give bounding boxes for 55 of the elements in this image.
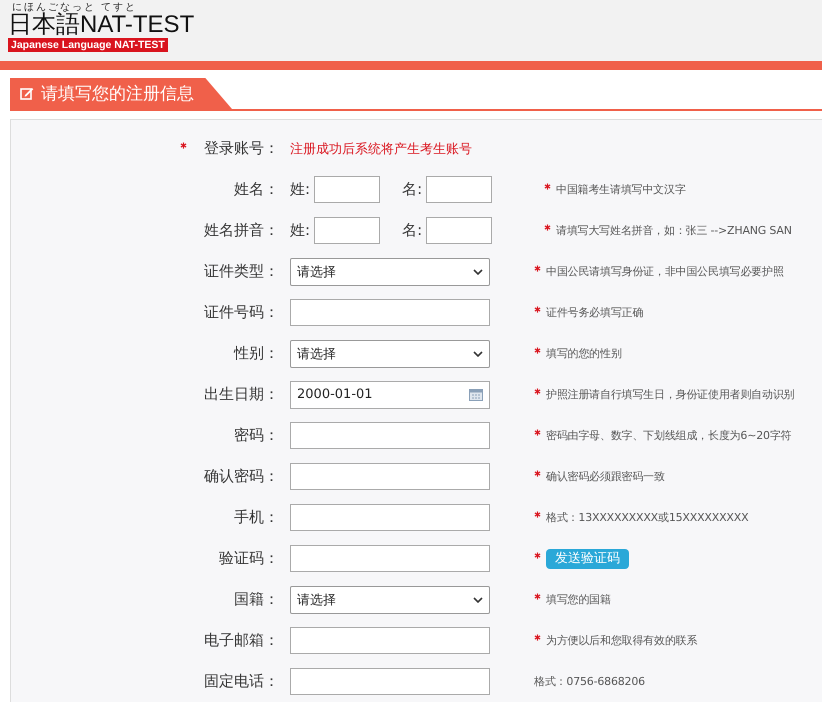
input-field[interactable] — [290, 422, 490, 449]
field-label: 手机： — [234, 508, 279, 527]
hint-text: 密码由字母、数字、下划线组成，长度为6~20字符 — [546, 428, 792, 443]
field-label: 确认密码： — [204, 467, 279, 486]
caret-icon — [473, 596, 483, 602]
date-field[interactable]: 2000-01-01 — [290, 380, 490, 408]
input-field[interactable] — [290, 463, 490, 490]
calendar-icon — [469, 388, 483, 400]
input-field[interactable] — [290, 545, 490, 572]
field-label: 名: — [402, 180, 422, 199]
hint-text: 为方便以后和您取得有效的联系 — [546, 633, 698, 648]
select-field[interactable]: 请选择 — [290, 586, 490, 614]
field-label: 姓: — [290, 180, 310, 199]
field-label: 电子邮箱： — [204, 631, 279, 650]
select-field[interactable]: 请选择 — [290, 340, 490, 368]
field-label: 密码： — [234, 426, 279, 445]
hint-text: 证件号务必填写正确 — [546, 305, 644, 320]
field-label: 验证码： — [219, 549, 279, 568]
input-field[interactable] — [290, 504, 490, 531]
field-label: 固定电话： — [204, 672, 279, 691]
select-field[interactable]: 请选择 — [290, 258, 490, 286]
field-label: 姓: — [290, 221, 310, 240]
hint-text: 填写您的国籍 — [546, 592, 611, 607]
field-label: 登录账号： — [204, 139, 279, 158]
hint-text: 确认密码必须跟密码一致 — [546, 469, 665, 484]
field-label: 姓名： — [234, 180, 279, 199]
edit-icon — [20, 86, 34, 100]
section-title: 请填写您的注册信息 — [41, 83, 194, 105]
input-field[interactable] — [426, 176, 492, 203]
input-field[interactable] — [290, 627, 490, 654]
logo-subtitle: Japanese Language NAT-TEST — [8, 38, 168, 52]
caret-icon — [473, 268, 483, 274]
logo-ruby: にほんごなっと てすと — [11, 3, 138, 13]
hint-text: 中国公民请填写身份证，非中国公民填写必要护照 — [546, 264, 784, 279]
hint-text: 中国籍考生请填写中文汉字 — [556, 182, 686, 197]
caret-icon — [473, 350, 483, 356]
field-label: 证件类型： — [204, 262, 279, 281]
field-label: 名: — [402, 221, 422, 240]
field-label: 性别： — [234, 344, 279, 363]
hint-text: 格式：0756-6868206 — [534, 674, 645, 689]
field-label: 国籍： — [234, 590, 279, 609]
input-field[interactable] — [314, 176, 380, 203]
field-label: 证件号码： — [204, 303, 279, 322]
input-field[interactable] — [290, 299, 490, 326]
account-note: 注册成功后系统将产生考生账号 — [290, 140, 472, 158]
hint-text: 护照注册请自行填写生日，身份证使用者则自动识别 — [546, 387, 794, 402]
input-field[interactable] — [314, 217, 380, 244]
input-field[interactable] — [290, 668, 490, 695]
hint-text: 格式：13XXXXXXXXX或15XXXXXXXXX — [546, 510, 748, 525]
field-label: 姓名拼音： — [204, 221, 279, 240]
field-label: 出生日期： — [204, 385, 279, 404]
hint-text: 请填写大写姓名拼音，如：张三 -->ZHANG SAN — [556, 223, 792, 238]
logo-title: 日本語NAT-TEST — [8, 13, 194, 37]
input-field[interactable] — [426, 217, 492, 244]
hint-text: 填写的您的性别 — [546, 346, 622, 361]
